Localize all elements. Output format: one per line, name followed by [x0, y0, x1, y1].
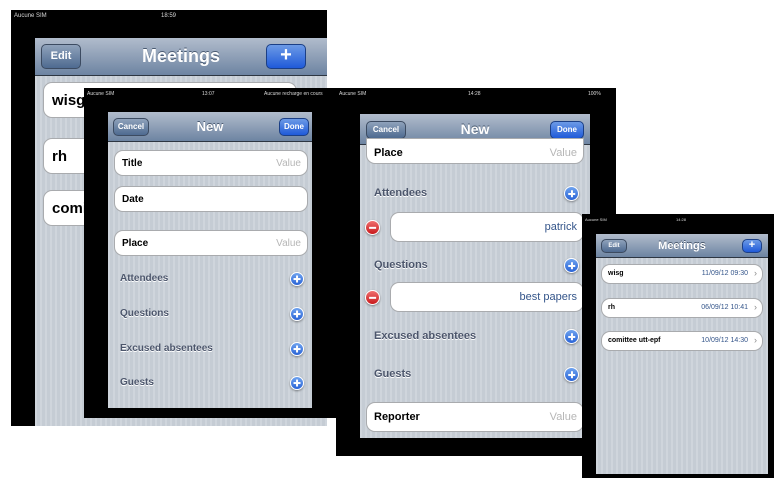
add-guest-icon[interactable] [290, 376, 304, 390]
add-attendee-icon[interactable] [564, 186, 579, 201]
plus-icon: + [280, 44, 292, 66]
new-meeting-filled-screen: Cancel New Done Place Value Attendees pa… [360, 114, 590, 438]
reporter-field[interactable]: Reporter Value [366, 402, 584, 432]
carrier-label: Aucune SIM [585, 217, 607, 222]
add-question-icon[interactable] [564, 258, 579, 273]
screenshot-new-meeting: Aucune SIM 13:07 Aucune recharge en cour… [84, 88, 336, 418]
attendee-entry[interactable]: patrick [390, 212, 584, 242]
meeting-date: 11/09/12 09:30 [701, 270, 748, 277]
clock: 14:28 [676, 217, 687, 222]
title-placeholder: Value [276, 158, 301, 169]
meeting-name: comittee utt-epf [608, 337, 661, 344]
status-bar: Aucune SIM 18:59 [11, 10, 327, 24]
status-bar: Aucune SIM 13:07 Aucune recharge en cour… [84, 88, 336, 102]
title-field[interactable]: Title Value [114, 150, 308, 176]
place-placeholder: Value [276, 238, 301, 249]
navigation-bar: Cancel New Done [108, 112, 312, 142]
done-button[interactable]: Done [279, 118, 309, 136]
place-field[interactable]: Place Value [366, 138, 584, 164]
status-bar: Aucune SIM 14:28 [582, 214, 774, 228]
meeting-date: 10/09/12 14:30 [701, 337, 748, 344]
questions-section-label: Questions [374, 259, 428, 271]
delete-attendee-icon[interactable] [365, 220, 380, 235]
date-field[interactable]: Date [114, 186, 308, 212]
guests-section-label: Guests [374, 368, 412, 380]
guests-section-label: Guests [120, 377, 154, 388]
meeting-name: rh [608, 304, 615, 311]
meeting-name: wisg [608, 270, 624, 277]
carrier-label: Aucune SIM [14, 13, 47, 19]
reporter-label: Reporter [374, 411, 420, 423]
place-placeholder: Value [549, 147, 577, 159]
chevron-right-icon: › [754, 302, 757, 312]
delete-question-icon[interactable] [365, 290, 380, 305]
meeting-date: 06/09/12 10:41 [701, 304, 748, 311]
screenshot-new-meeting-filled: Aucune SIM 14:28 100% Cancel New Done Pl… [336, 88, 616, 456]
meeting-row[interactable]: wisg 11/09/12 09:30 › [601, 264, 763, 284]
new-meeting-screen: Cancel New Done Title Value Date Place V… [108, 112, 312, 408]
meeting-row[interactable]: comittee utt-epf 10/09/12 14:30 › [601, 331, 763, 351]
clock: 18:59 [161, 13, 177, 19]
meeting-name: rh [52, 148, 67, 165]
carrier-label: Aucune SIM [87, 91, 115, 97]
attendees-section-label: Attendees [374, 187, 428, 199]
place-label: Place [374, 147, 403, 159]
place-label: Place [122, 238, 149, 249]
meeting-name: wisg [52, 92, 86, 109]
plus-icon: + [748, 239, 756, 251]
meeting-row[interactable]: rh 06/09/12 10:41 › [601, 298, 763, 318]
add-excused-icon[interactable] [290, 342, 304, 356]
place-field[interactable]: Place Value [114, 230, 308, 256]
add-meeting-button[interactable]: + [266, 44, 306, 69]
battery-status: 100% [588, 91, 601, 97]
title-label: Title [122, 158, 143, 169]
add-guest-icon[interactable] [564, 367, 579, 382]
questions-section-label: Questions [120, 308, 169, 319]
excused-section-label: Excused absentees [120, 343, 213, 354]
excused-section-label: Excused absentees [374, 330, 477, 342]
add-excused-icon[interactable] [564, 329, 579, 344]
date-label: Date [122, 194, 144, 205]
add-meeting-button[interactable]: + [742, 239, 762, 253]
add-question-icon[interactable] [290, 307, 304, 321]
question-entry[interactable]: best papers [390, 282, 584, 312]
carrier-label: Aucune SIM [339, 91, 367, 97]
clock: 14:28 [468, 91, 481, 97]
chevron-right-icon: › [754, 268, 757, 278]
status-bar: Aucune SIM 14:28 100% [336, 88, 616, 102]
battery-status: Aucune recharge en cours [264, 91, 323, 97]
screenshot-meetings-small: Aucune SIM 14:28 Edit Meetings + wisg 11… [582, 214, 774, 478]
chevron-right-icon: › [754, 335, 757, 345]
attendee-value: patrick [544, 221, 577, 233]
add-attendee-icon[interactable] [290, 272, 304, 286]
attendees-section-label: Attendees [120, 273, 169, 284]
meetings-small-screen: Edit Meetings + wisg 11/09/12 09:30 › rh… [596, 234, 768, 474]
question-value: best papers [519, 291, 577, 303]
navigation-bar: Edit Meetings + [596, 234, 768, 258]
clock: 13:07 [202, 91, 215, 97]
reporter-placeholder: Value [549, 411, 577, 423]
done-button[interactable]: Done [550, 121, 584, 139]
navigation-bar: Edit Meetings + [35, 38, 327, 76]
